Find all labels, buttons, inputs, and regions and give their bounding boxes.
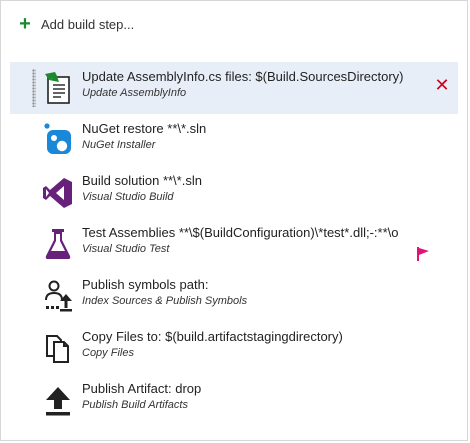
visual-studio-icon xyxy=(43,178,72,208)
build-step-copy-files[interactable]: Copy Files to: $(build.artifactstagingdi… xyxy=(10,322,458,374)
build-step-update-assemblyinfo[interactable]: Update AssemblyInfo.cs files: $(Build.So… xyxy=(10,62,458,114)
build-step-build-solution[interactable]: Build solution **\*.sln Visual Studio Bu… xyxy=(10,166,458,218)
step-title: Test Assemblies **\$(BuildConfiguration)… xyxy=(82,225,399,240)
plus-icon: + xyxy=(19,13,31,35)
step-title: Build solution **\*.sln xyxy=(82,173,202,188)
build-step-publish-artifact[interactable]: Publish Artifact: drop Publish Build Art… xyxy=(10,374,458,426)
step-task-name: Index Sources & Publish Symbols xyxy=(82,295,248,307)
step-task-name: NuGet Installer xyxy=(82,139,156,151)
flag-icon xyxy=(417,247,429,261)
step-title: NuGet restore **\*.sln xyxy=(82,121,207,136)
step-title: Publish Artifact: drop xyxy=(82,381,202,396)
flask-icon xyxy=(45,229,71,259)
build-step-test-assemblies[interactable]: Test Assemblies **\$(BuildConfiguration)… xyxy=(10,218,458,270)
build-step-nuget-restore[interactable]: NuGet restore **\*.sln NuGet Installer xyxy=(10,114,458,166)
step-title: Publish symbols path: xyxy=(82,277,209,292)
step-title: Copy Files to: $(build.artifactstagingdi… xyxy=(82,329,343,344)
step-task-name: Publish Build Artifacts xyxy=(82,399,188,411)
nuget-icon xyxy=(44,123,71,154)
assemblyinfo-icon xyxy=(45,72,70,104)
step-task-name: Visual Studio Test xyxy=(82,243,170,255)
drag-handle[interactable] xyxy=(32,69,36,107)
remove-step-icon[interactable]: ✕ xyxy=(434,76,450,94)
upload-arrow-icon xyxy=(46,387,70,416)
step-task-name: Visual Studio Build xyxy=(82,191,174,203)
publish-symbols-icon xyxy=(45,280,72,312)
step-title: Update AssemblyInfo.cs files: $(Build.So… xyxy=(82,69,404,84)
step-task-name: Copy Files xyxy=(82,347,134,359)
step-task-name: Update AssemblyInfo xyxy=(82,87,187,99)
add-build-step-button[interactable]: + Add build step... xyxy=(18,14,134,34)
copy-files-icon xyxy=(46,335,69,363)
build-step-publish-symbols[interactable]: Publish symbols path: Index Sources & Pu… xyxy=(10,270,458,322)
add-build-step-label: Add build step... xyxy=(41,16,135,32)
